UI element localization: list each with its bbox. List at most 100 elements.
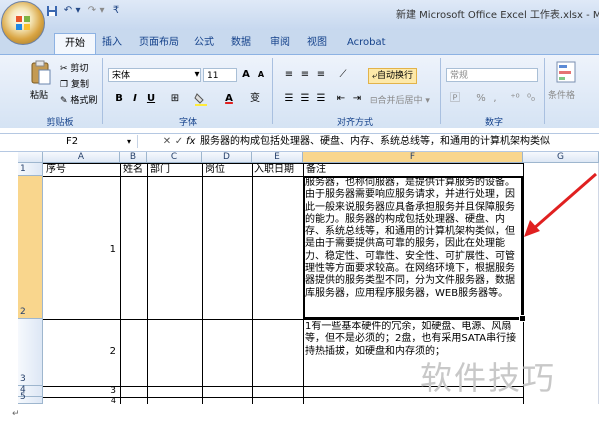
- grid-line: [147, 163, 148, 404]
- column-header-b[interactable]: B: [120, 152, 147, 163]
- cell-d1[interactable]: 岗位: [205, 164, 225, 176]
- cell-a2[interactable]: 1: [43, 244, 116, 256]
- cell-b1[interactable]: 姓名: [123, 164, 143, 176]
- cell-c1[interactable]: 部门: [150, 164, 170, 176]
- watermark-text: 软件技巧: [420, 359, 557, 397]
- fill-handle[interactable]: [519, 315, 526, 322]
- conditional-format-icon[interactable]: [556, 60, 578, 84]
- cell-a3[interactable]: 2: [43, 346, 116, 358]
- row-header-2[interactable]: 2: [18, 176, 43, 319]
- tab-acrobat[interactable]: Acrobat: [347, 33, 386, 53]
- align-right-icon[interactable]: ☰: [314, 92, 328, 106]
- decrease-decimal-icon[interactable]: ⁰₀: [524, 92, 538, 106]
- shrink-font-icon[interactable]: A: [254, 68, 268, 82]
- copy-label: 复制: [70, 80, 89, 90]
- row-number: 3: [20, 374, 26, 384]
- align-center-icon[interactable]: ☰: [298, 92, 312, 106]
- row-header-1[interactable]: 1: [18, 163, 43, 176]
- accounting-icon[interactable]: 🄿: [448, 92, 462, 106]
- cut-button[interactable]: ✂ 剪切: [60, 61, 88, 74]
- fill-color-icon[interactable]: [194, 92, 208, 106]
- column-header-c[interactable]: C: [147, 152, 202, 163]
- percent-button[interactable]: %: [474, 92, 488, 106]
- undo-icon[interactable]: ↶: [62, 5, 74, 17]
- font-color-icon[interactable]: A: [222, 92, 236, 106]
- merge-center-button[interactable]: ⊟合并后居中 ▾: [370, 93, 430, 106]
- grow-font-icon[interactable]: A: [239, 68, 253, 82]
- format-painter-label: 格式刷: [70, 96, 98, 106]
- insert-function-button[interactable]: fx: [186, 135, 195, 148]
- copy-button[interactable]: ❐ 复制: [60, 77, 89, 90]
- confirm-entry-icon[interactable]: ✓: [172, 135, 186, 148]
- redo-dropdown-icon[interactable]: ▾: [98, 5, 106, 17]
- grid-line: [120, 163, 121, 404]
- tab-review[interactable]: 审阅: [270, 33, 290, 53]
- active-cell-border: [303, 176, 523, 319]
- paste-button[interactable]: 粘贴: [30, 88, 48, 101]
- customize-qat-icon[interactable]: ₹: [112, 5, 120, 17]
- wrap-text-button[interactable]: ⤶自动换行: [368, 68, 418, 84]
- align-middle-icon[interactable]: ≡: [298, 68, 312, 82]
- tab-formulas[interactable]: 公式: [194, 33, 214, 53]
- align-top-icon[interactable]: ≡: [282, 68, 296, 82]
- column-header-d[interactable]: D: [202, 152, 252, 163]
- office-button[interactable]: [1, 1, 45, 45]
- format-painter-icon: ✎: [60, 96, 68, 106]
- name-box-dropdown-icon[interactable]: ▾: [125, 135, 133, 148]
- copy-icon: ❐: [60, 80, 69, 90]
- select-all-corner[interactable]: [18, 152, 43, 163]
- formula-input[interactable]: 服务器的构成包括处理器、硬盘、内存、系统总线等，和通用的计算机架构类似: [200, 135, 599, 148]
- wrap-text-label: 自动换行: [377, 71, 414, 81]
- bottom-margin: [0, 404, 599, 423]
- decrease-indent-icon[interactable]: ⇤: [334, 92, 348, 106]
- align-left-icon[interactable]: ☰: [282, 92, 296, 106]
- row-number: 5: [20, 392, 26, 402]
- comma-button[interactable]: ,: [488, 92, 502, 106]
- grid-line: [202, 163, 203, 404]
- undo-dropdown-icon[interactable]: ▾: [74, 5, 82, 17]
- tab-view[interactable]: 视图: [307, 33, 327, 53]
- merge-center-label: 合并后居中: [377, 96, 423, 106]
- formula-bar-divider: [137, 135, 138, 148]
- group-separator: [272, 58, 273, 124]
- group-separator: [544, 58, 545, 124]
- cell-a5[interactable]: 4: [43, 397, 116, 404]
- italic-button[interactable]: I: [128, 92, 142, 106]
- tab-home[interactable]: 开始: [54, 33, 96, 54]
- borders-icon[interactable]: ⊞: [168, 92, 182, 106]
- cell-f1[interactable]: 备注: [306, 164, 326, 176]
- font-name-dropdown-icon[interactable]: ▾: [193, 68, 201, 82]
- column-header-f[interactable]: F: [303, 152, 523, 163]
- paste-icon[interactable]: [30, 60, 52, 86]
- increase-indent-icon[interactable]: ⇥: [350, 92, 364, 106]
- orientation-icon[interactable]: ⟋: [336, 68, 350, 82]
- bold-button[interactable]: B: [112, 92, 126, 106]
- underline-button[interactable]: U: [144, 92, 158, 106]
- redo-icon[interactable]: ↷: [86, 5, 98, 17]
- save-icon[interactable]: [46, 5, 58, 17]
- cell-e1[interactable]: 入职日期: [254, 164, 294, 176]
- number-format-combo[interactable]: 常规: [446, 68, 538, 82]
- red-arrow-icon: [524, 172, 597, 237]
- conditional-format-button[interactable]: 条件格: [548, 88, 575, 101]
- row-header-3[interactable]: 3: [18, 319, 43, 386]
- row-header-5[interactable]: 5: [18, 392, 43, 404]
- row-number: 2: [20, 307, 26, 317]
- alignment-group-label: 对齐方式: [336, 118, 373, 128]
- increase-decimal-icon[interactable]: ⁺⁰: [508, 92, 522, 106]
- align-bottom-icon[interactable]: ≡: [314, 68, 328, 82]
- tab-page-layout[interactable]: 页面布局: [139, 33, 179, 53]
- column-header-g[interactable]: G: [523, 152, 599, 163]
- font-name-combo[interactable]: 宋体: [108, 68, 201, 82]
- column-header-a[interactable]: A: [43, 152, 120, 163]
- tab-insert[interactable]: 插入: [102, 33, 122, 53]
- column-header-e[interactable]: E: [252, 152, 303, 163]
- name-box[interactable]: F2: [20, 135, 124, 148]
- cell-a1[interactable]: 序号: [46, 164, 66, 176]
- font-size-combo[interactable]: 11: [203, 68, 237, 82]
- format-painter-button[interactable]: ✎ 格式刷: [60, 93, 97, 106]
- tab-data[interactable]: 数据: [231, 33, 251, 53]
- cell-a4[interactable]: 3: [43, 386, 116, 397]
- office-logo-icon: [16, 16, 30, 30]
- phonetic-icon[interactable]: 变: [248, 92, 262, 106]
